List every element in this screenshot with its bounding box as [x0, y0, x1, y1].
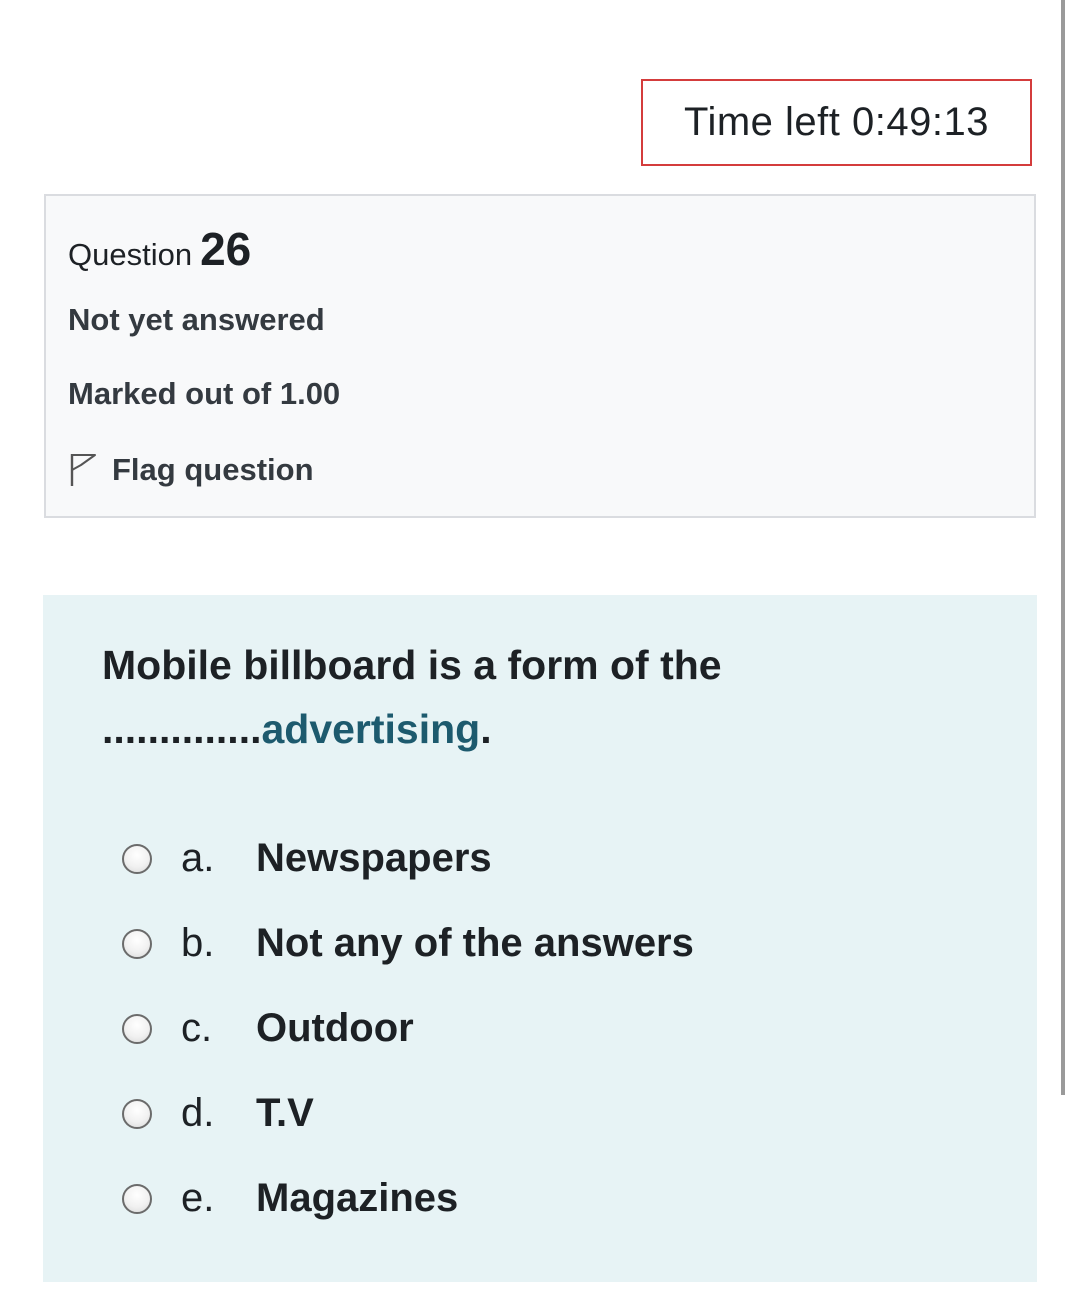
- flag-outline-icon: [70, 454, 96, 486]
- option-letter: a.: [181, 836, 215, 880]
- question-number: 26: [200, 223, 252, 275]
- radio-button[interactable]: [122, 843, 152, 874]
- question-accent-word: advertising: [261, 706, 481, 752]
- option-label[interactable]: Newspapers: [256, 836, 492, 881]
- flag-question-button[interactable]: Flag question: [68, 452, 314, 488]
- question-label: Question: [68, 237, 193, 272]
- option-label[interactable]: T.V: [256, 1091, 314, 1136]
- marks-info: Marked out of 1.00: [68, 376, 341, 411]
- time-left-timer: Time left 0:49:13: [641, 79, 1032, 166]
- option-label[interactable]: Outdoor: [256, 1006, 414, 1051]
- option-c[interactable]: c. Outdoor: [122, 1006, 414, 1051]
- option-letter: e.: [181, 1176, 215, 1220]
- option-a[interactable]: a. Newspapers: [122, 836, 492, 881]
- radio-button[interactable]: [122, 928, 152, 959]
- question-blank: ..............: [102, 706, 262, 752]
- quiz-page: Time left 0:49:13 Question 26 Not yet ans…: [0, 0, 1065, 1307]
- option-e[interactable]: e. Magazines: [122, 1176, 458, 1221]
- scrollbar[interactable]: [1061, 0, 1065, 1095]
- radio-button[interactable]: [122, 1013, 152, 1044]
- option-d[interactable]: d. T.V: [122, 1091, 314, 1136]
- option-label[interactable]: Magazines: [256, 1176, 458, 1221]
- question-text-line: Mobile billboard is a form of the: [102, 642, 722, 688]
- option-letter: d.: [181, 1091, 215, 1135]
- flag-question-label: Flag question: [112, 452, 314, 487]
- option-letter: b.: [181, 921, 215, 965]
- radio-button[interactable]: [122, 1098, 152, 1129]
- question-heading: Question 26: [68, 222, 251, 276]
- question-end: .: [480, 706, 492, 752]
- question-text: Mobile billboard is a form of the ......…: [102, 633, 802, 761]
- question-content: Mobile billboard is a form of the ......…: [43, 595, 1037, 1282]
- radio-button[interactable]: [122, 1183, 152, 1214]
- answer-status: Not yet answered: [68, 302, 325, 337]
- question-info-panel: Question 26 Not yet answered Marked out o…: [44, 194, 1036, 518]
- option-letter: c.: [181, 1006, 213, 1050]
- option-label[interactable]: Not any of the answers: [256, 921, 694, 966]
- option-b[interactable]: b. Not any of the answers: [122, 921, 694, 966]
